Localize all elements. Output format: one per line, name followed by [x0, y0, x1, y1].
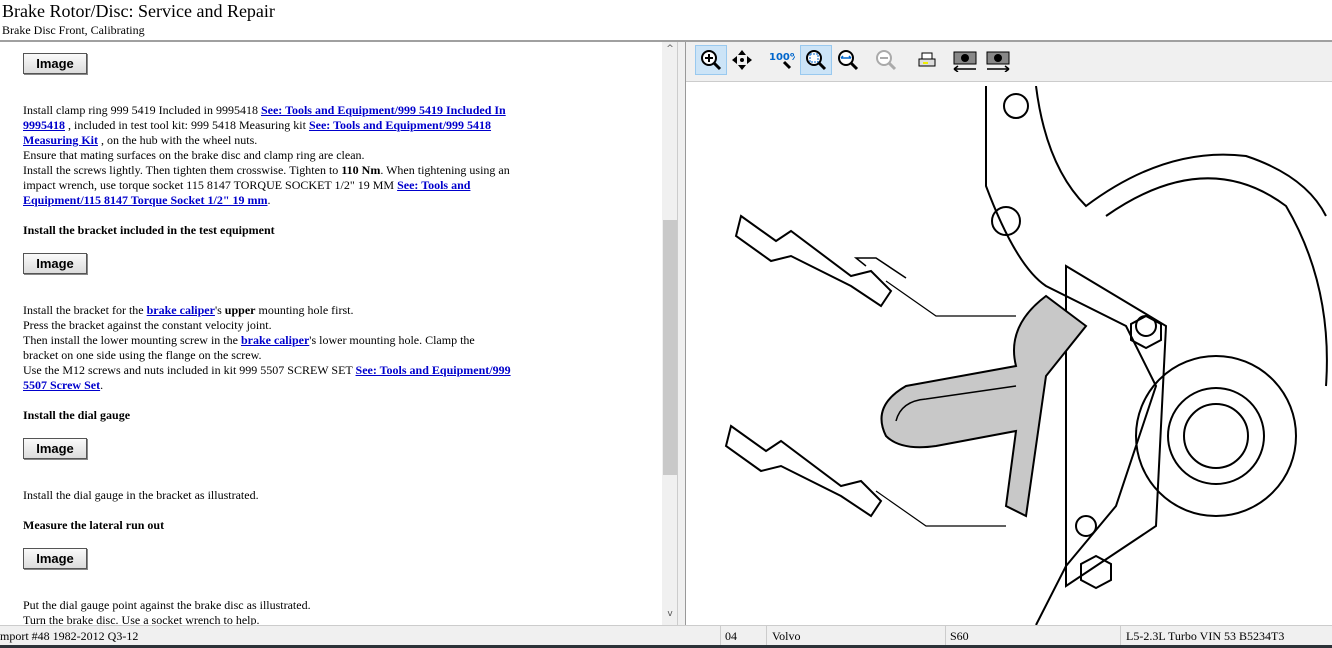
scrollbar-thumb[interactable]: [663, 220, 677, 475]
text: Install clamp ring 999 5419 Included in …: [23, 103, 261, 117]
svg-text:100%: 100%: [769, 52, 795, 63]
heading-lateral-runout: Measure the lateral run out: [23, 518, 165, 532]
text: , on the hub with the wheel nuts.: [98, 133, 258, 147]
print-icon: [918, 52, 936, 67]
text: Turn the brake disc. Use a socket wrench…: [23, 613, 260, 625]
zoom-100-icon: 100%: [769, 52, 795, 70]
next-image-button[interactable]: [982, 45, 1014, 75]
paragraph-dial-gauge: Install the dial gauge in the bracket as…: [23, 488, 259, 502]
pan-icon: [732, 50, 752, 70]
article-pane: Image Install clamp ring 999 5419 Includ…: [0, 42, 678, 625]
text: .: [100, 378, 104, 392]
text: Press the bracket against the constant v…: [23, 318, 272, 332]
text: Ensure that mating surfaces on the brake…: [23, 148, 365, 162]
status-source: mport #48 1982-2012 Q3-12: [0, 629, 139, 643]
zoom-in-icon: [701, 50, 722, 71]
header: Brake Rotor/Disc: Service and Repair Bra…: [0, 0, 1332, 42]
text: Put the dial gauge point against the bra…: [23, 598, 311, 612]
image-button[interactable]: Image: [23, 53, 87, 74]
status-engine: L5-2.3L Turbo VIN 53 B5234T3: [1126, 629, 1285, 643]
link-brake-caliper[interactable]: brake caliper: [241, 333, 309, 347]
pan-button[interactable]: [726, 45, 758, 75]
status-make: Volvo: [772, 629, 801, 643]
text: .: [267, 193, 271, 207]
status-bar: mport #48 1982-2012 Q3-12 04 Volvo S60 L…: [0, 625, 1332, 646]
text: Then install the lower mounting screw in…: [23, 333, 241, 347]
image-button[interactable]: Image: [23, 548, 87, 569]
vertical-scrollbar[interactable]: ^ v: [662, 42, 677, 625]
bold-text: upper: [224, 303, 256, 317]
link-brake-caliper[interactable]: brake caliper: [147, 303, 215, 317]
torque-value: 110 Nm: [341, 163, 381, 177]
heading-install-bracket: Install the bracket included in the test…: [23, 223, 275, 237]
text: Install the bracket for the: [23, 303, 147, 317]
zoom-width-button[interactable]: [832, 45, 864, 75]
zoom-in-button[interactable]: [695, 45, 727, 75]
status-year: 04: [725, 629, 737, 643]
pane-splitter[interactable]: [678, 42, 685, 625]
zoom-fit-icon: [806, 50, 827, 71]
zoom-out-icon: [876, 50, 897, 71]
camera-next-icon: [986, 51, 1010, 72]
page-title: Brake Rotor/Disc: Service and Repair: [2, 1, 275, 21]
paragraph-clamp-ring: Install clamp ring 999 5419 Included in …: [23, 103, 513, 208]
text: Install the screws lightly. Then tighten…: [23, 163, 342, 177]
camera-previous-icon: [953, 51, 977, 72]
previous-image-button[interactable]: [949, 45, 981, 75]
image-toolbar: 100%: [686, 42, 1332, 82]
page-subtitle: Brake Disc Front, Calibrating: [2, 23, 145, 37]
print-button[interactable]: [911, 45, 943, 75]
zoom-fit-button[interactable]: [800, 45, 832, 75]
paragraph-measure: Put the dial gauge point against the bra…: [23, 598, 513, 625]
text: , included in test tool kit: 999 5418 Me…: [65, 118, 309, 132]
scroll-up-icon[interactable]: ^: [662, 44, 677, 58]
zoom-width-icon: [838, 50, 859, 71]
zoom-out-button[interactable]: [870, 45, 902, 75]
text: Use the M12 screws and nuts included in …: [23, 363, 356, 377]
brake-bracket-illustration: [724, 86, 1328, 625]
scroll-down-icon[interactable]: v: [662, 609, 677, 623]
text: 's: [214, 303, 225, 317]
text: mounting hole first.: [255, 303, 354, 317]
heading-dial-gauge: Install the dial gauge: [23, 408, 131, 422]
status-model: S60: [950, 629, 969, 643]
image-button[interactable]: Image: [23, 438, 87, 459]
paragraph-bracket: Install the bracket for the brake calipe…: [23, 303, 513, 393]
image-button[interactable]: Image: [23, 253, 87, 274]
illustration-pane: 100%: [685, 42, 1332, 625]
zoom-100-button[interactable]: 100%: [766, 45, 798, 75]
